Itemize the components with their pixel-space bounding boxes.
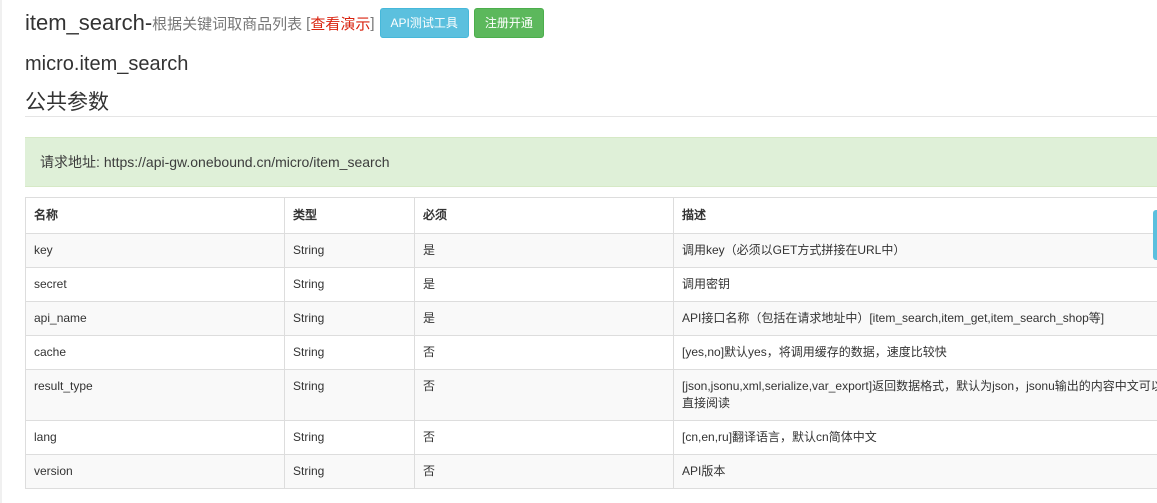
params-table: 名称 类型 必须 描述 key String 是 调用key（必须以GET方式拼… xyxy=(25,197,1157,489)
param-name: cache xyxy=(25,335,285,370)
param-required: 否 xyxy=(414,369,674,421)
register-button[interactable]: 注册开通 xyxy=(473,8,544,38)
param-type: String xyxy=(284,301,415,336)
api-method-name: micro.item_search xyxy=(25,53,189,75)
table-header-row: 名称 类型 必须 描述 xyxy=(25,197,1157,234)
param-required: 是 xyxy=(414,301,674,336)
param-required: 否 xyxy=(414,454,674,489)
api-test-tool-button[interactable]: API测试工具 xyxy=(379,8,469,38)
param-type: String xyxy=(284,369,415,421)
param-name: api_name xyxy=(25,301,285,336)
param-description: 调用key（必须以GET方式拼接在URL中） xyxy=(673,233,1157,268)
request-url-alert: 请求地址: https://api-gw.onebound.cn/micro/i… xyxy=(25,137,1157,187)
page-title: item_search- xyxy=(25,10,153,35)
param-required: 否 xyxy=(414,335,674,370)
param-description: [json,jsonu,xml,serialize,var_export]返回数… xyxy=(673,369,1157,421)
param-type: String xyxy=(284,233,415,268)
demo-bracket-close: ] xyxy=(370,14,375,32)
view-demo-link[interactable]: 查看演示 xyxy=(310,13,370,34)
table-row: version String 否 API版本 xyxy=(25,454,1157,489)
side-float-tab[interactable] xyxy=(1153,210,1157,260)
table-row: api_name String 是 API接口名称（包括在请求地址中）[item… xyxy=(25,301,1157,336)
column-header-description: 描述 xyxy=(673,197,1157,234)
param-type: String xyxy=(284,335,415,370)
table-row: result_type String 否 [json,jsonu,xml,ser… xyxy=(25,369,1157,421)
request-url-label: 请求地址: xyxy=(40,154,100,170)
param-description: [yes,no]默认yes，将调用缓存的数据，速度比较快 xyxy=(673,335,1157,370)
param-name: version xyxy=(25,454,285,489)
table-row: secret String 是 调用密钥 xyxy=(25,267,1157,302)
param-required: 是 xyxy=(414,233,674,268)
param-required: 否 xyxy=(414,420,674,455)
param-type: String xyxy=(284,420,415,455)
param-type: String xyxy=(284,454,415,489)
section-divider xyxy=(25,116,1157,117)
page-header: item_search- 根据关键词取商品列表 [ 查看演示 ] API测试工具… xyxy=(25,6,544,40)
section-title: 公共参数 xyxy=(25,91,109,114)
param-name: key xyxy=(25,233,285,268)
table-row: cache String 否 [yes,no]默认yes，将调用缓存的数据，速度… xyxy=(25,335,1157,370)
column-header-required: 必须 xyxy=(414,197,674,234)
param-type: String xyxy=(284,267,415,302)
param-description: 调用密钥 xyxy=(673,267,1157,302)
param-description: API接口名称（包括在请求地址中）[item_search,item_get,i… xyxy=(673,301,1157,336)
param-name: lang xyxy=(25,420,285,455)
page-subtitle: 根据关键词取商品列表 xyxy=(152,15,303,33)
request-url-value: https://api-gw.onebound.cn/micro/item_se… xyxy=(103,154,390,170)
param-required: 是 xyxy=(414,267,674,302)
table-row: lang String 否 [cn,en,ru]翻译语言，默认cn简体中文 xyxy=(25,420,1157,455)
table-row: key String 是 调用key（必须以GET方式拼接在URL中） xyxy=(25,233,1157,268)
column-header-type: 类型 xyxy=(284,197,415,234)
param-name: secret xyxy=(25,267,285,302)
param-description: [cn,en,ru]翻译语言，默认cn简体中文 xyxy=(673,420,1157,455)
column-header-name: 名称 xyxy=(25,197,285,234)
left-border xyxy=(0,0,2,503)
param-name: result_type xyxy=(25,369,285,421)
param-description: API版本 xyxy=(673,454,1157,489)
